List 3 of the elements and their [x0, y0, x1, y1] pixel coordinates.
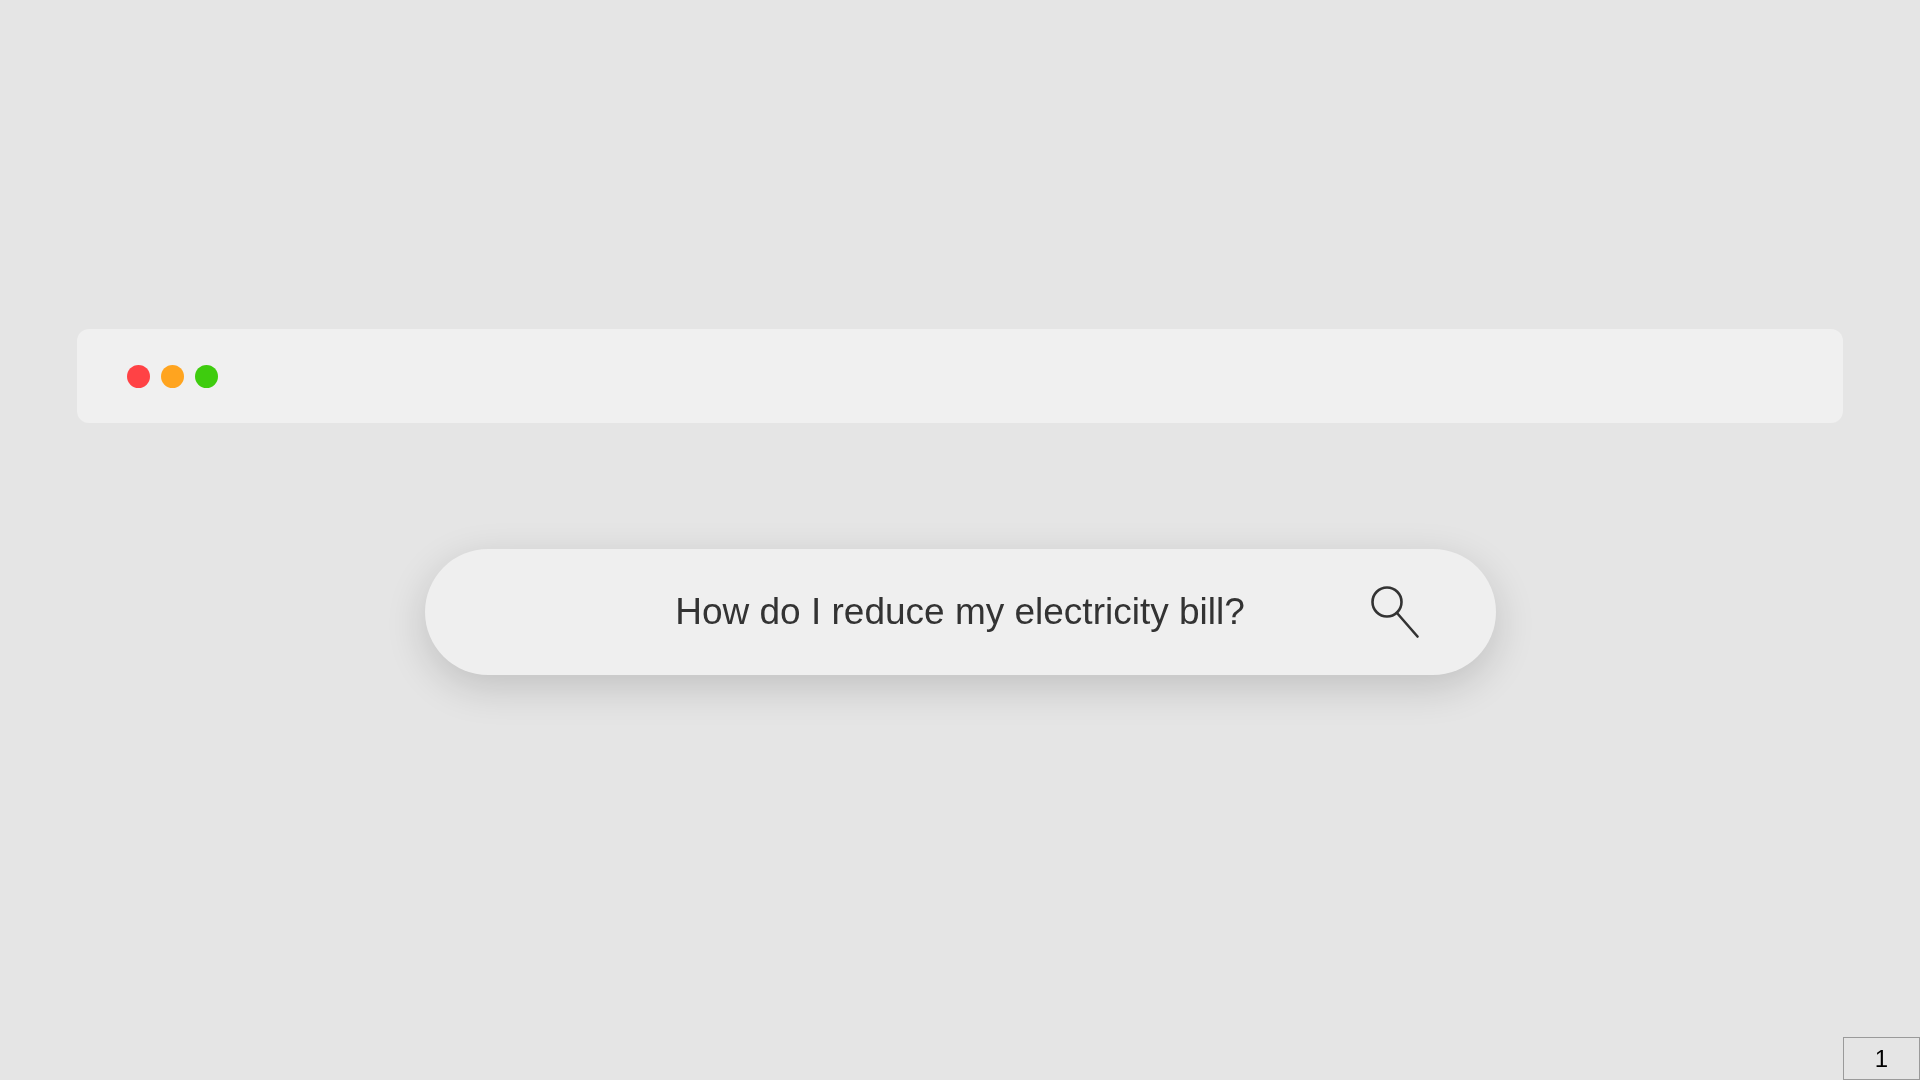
search-icon[interactable] [1370, 586, 1419, 638]
search-field[interactable]: How do I reduce my electricity bill? [424, 549, 1496, 675]
page-number: 1 [1843, 1037, 1920, 1080]
